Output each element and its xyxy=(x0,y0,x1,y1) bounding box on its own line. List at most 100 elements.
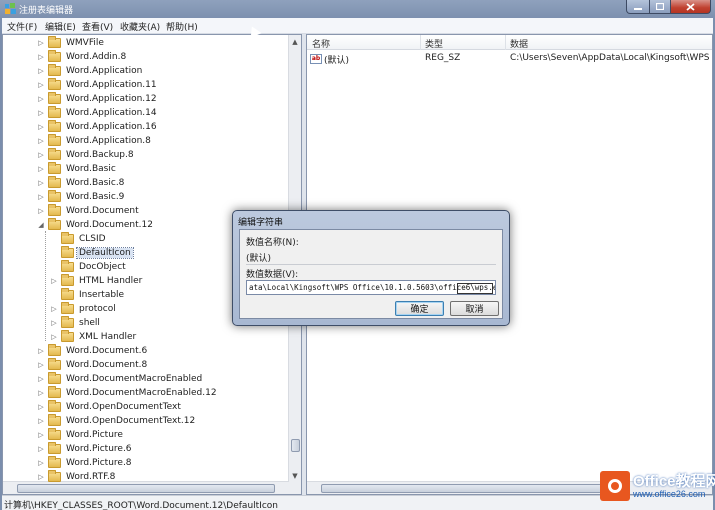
column-divider[interactable] xyxy=(505,35,506,50)
column-data-header[interactable]: 数据 xyxy=(510,37,528,50)
tree-item[interactable]: ▷ HTML Handler xyxy=(49,274,144,288)
tree-item[interactable]: ▷ Word.Application xyxy=(36,64,144,78)
office26-watermark: Office教程网 www.office26.com xyxy=(600,468,715,506)
folder-icon xyxy=(48,344,61,356)
column-divider[interactable] xyxy=(420,35,421,50)
minimize-icon xyxy=(634,7,642,10)
tree-item[interactable]: ▷ Word.OpenDocumentText xyxy=(36,400,183,414)
watermark-url: www.office26.com xyxy=(633,489,706,499)
tree-item[interactable]: ▷ Word.DocumentMacroEnabled xyxy=(36,372,204,386)
scroll-down-icon[interactable]: ▼ xyxy=(289,469,301,482)
tree-item[interactable]: DefaultIcon xyxy=(49,246,134,260)
expand-arrow-icon[interactable]: ▷ xyxy=(36,374,46,384)
minimize-button[interactable] xyxy=(626,0,650,14)
expand-arrow-icon[interactable]: ▷ xyxy=(49,276,59,286)
tree-item[interactable]: ◢ Word.Document.12 xyxy=(36,218,155,232)
ok-button[interactable]: 确定 xyxy=(395,301,444,316)
tree-item[interactable]: ▷ Word.Picture.8 xyxy=(36,456,134,470)
expand-arrow-icon[interactable]: ▷ xyxy=(36,430,46,440)
tree-item[interactable]: ▷ Word.Application.16 xyxy=(36,120,159,134)
cancel-button[interactable]: 取消 xyxy=(450,301,499,316)
expand-arrow-icon[interactable]: ▷ xyxy=(36,472,46,482)
tree-item[interactable]: ▷ Word.Document xyxy=(36,204,141,218)
tree-item[interactable]: ▷ Word.Application.12 xyxy=(36,92,159,106)
menu-file[interactable]: 文件(F) xyxy=(7,20,37,33)
tree-item[interactable]: ▷ Word.Application.8 xyxy=(36,134,153,148)
tree-item[interactable]: ▷ WMVFile xyxy=(36,36,106,50)
hscroll-thumb[interactable] xyxy=(17,484,275,493)
hscroll-thumb[interactable] xyxy=(321,484,607,493)
menu-edit[interactable]: 编辑(E) xyxy=(45,20,76,33)
expand-arrow-icon[interactable]: ▷ xyxy=(36,178,46,188)
expand-arrow-icon[interactable]: ▷ xyxy=(49,304,59,314)
tree-item-label: Word.OpenDocumentText xyxy=(66,402,181,412)
tree-item[interactable]: ▷ Word.Basic.8 xyxy=(36,176,126,190)
tree-item[interactable]: ▷ Word.Backup.8 xyxy=(36,148,136,162)
expand-arrow-icon[interactable]: ▷ xyxy=(49,318,59,328)
tree-item[interactable]: ▷ Word.Picture xyxy=(36,428,125,442)
menu-help[interactable]: 帮助(H) xyxy=(166,20,198,33)
value-data-input[interactable]: ata\Local\Kingsoft\WPS Office\10.1.0.560… xyxy=(246,280,496,295)
expand-arrow-icon[interactable]: ▷ xyxy=(36,150,46,160)
expand-arrow-icon[interactable]: ▷ xyxy=(36,458,46,468)
expand-arrow-icon[interactable]: ▷ xyxy=(36,416,46,426)
expand-arrow-icon[interactable]: ▷ xyxy=(36,94,46,104)
tree-item[interactable]: ▷ Word.RTF.8 xyxy=(36,470,117,484)
tree-item[interactable]: ▷ Word.Document.8 xyxy=(36,358,149,372)
expand-arrow-icon[interactable]: ▷ xyxy=(49,332,59,342)
expand-arrow-icon[interactable]: ▷ xyxy=(36,206,46,216)
title-bar[interactable]: 注册表编辑器 xyxy=(0,0,715,18)
folder-icon xyxy=(48,358,61,370)
tree-item[interactable]: Insertable xyxy=(49,288,126,302)
list-item[interactable]: ab (默认) REG_SZ C:\Users\Seven\AppData\Lo… xyxy=(307,52,712,66)
expand-arrow-icon[interactable]: ▷ xyxy=(36,164,46,174)
expand-arrow-icon[interactable]: ▷ xyxy=(36,122,46,132)
expand-arrow-icon xyxy=(49,248,59,258)
menu-favorites[interactable]: 收藏夹(A) xyxy=(120,20,160,33)
folder-icon xyxy=(48,428,61,440)
expand-arrow-icon[interactable]: ▷ xyxy=(36,38,46,48)
expand-arrow-icon[interactable]: ▷ xyxy=(36,80,46,90)
expand-arrow-icon[interactable]: ▷ xyxy=(36,388,46,398)
tree-item[interactable]: ▷ Word.Application.14 xyxy=(36,106,159,120)
tree-item[interactable]: ▷ Word.Picture.6 xyxy=(36,442,134,456)
tree-item[interactable]: ▷ Word.Addin.8 xyxy=(36,50,128,64)
collapse-arrow-icon[interactable]: ◢ xyxy=(36,220,46,230)
tree-item[interactable]: ▷ protocol xyxy=(49,302,118,316)
tree-item[interactable]: ▷ Word.Document.6 xyxy=(36,344,149,358)
tree-item-label: Word.DocumentMacroEnabled xyxy=(66,374,203,384)
tree-item[interactable]: ▷ Word.DocumentMacroEnabled.12 xyxy=(36,386,219,400)
watermark-title: Office教程网 xyxy=(633,473,715,490)
expand-arrow-icon[interactable]: ▷ xyxy=(36,52,46,62)
tree-item[interactable]: ▷ Word.Application.11 xyxy=(36,78,159,92)
maximize-button[interactable] xyxy=(649,0,671,14)
expand-arrow-icon[interactable]: ▷ xyxy=(36,346,46,356)
tree-item[interactable]: CLSID xyxy=(49,232,108,246)
expand-arrow-icon[interactable]: ▷ xyxy=(36,108,46,118)
expand-arrow-icon[interactable]: ▷ xyxy=(36,402,46,412)
tree-item[interactable]: ▷ Word.Basic.9 xyxy=(36,190,126,204)
tree-item[interactable]: DocObject xyxy=(49,260,128,274)
office-logo-icon xyxy=(600,471,630,501)
folder-icon xyxy=(61,302,74,314)
column-name-header[interactable]: 名称 xyxy=(312,37,330,50)
column-type-header[interactable]: 类型 xyxy=(425,37,443,50)
expand-arrow-icon[interactable]: ▷ xyxy=(36,66,46,76)
expand-arrow-icon[interactable]: ▷ xyxy=(36,136,46,146)
folder-icon xyxy=(48,470,61,482)
tree-item[interactable]: ▷ shell xyxy=(49,316,102,330)
folder-icon xyxy=(48,92,61,104)
expand-arrow-icon[interactable]: ▷ xyxy=(36,444,46,454)
scroll-thumb[interactable] xyxy=(291,439,300,452)
close-button[interactable] xyxy=(670,0,711,14)
tree-item[interactable]: ▷ XML Handler xyxy=(49,330,138,344)
string-value-icon: ab xyxy=(310,54,322,64)
tree-item-label: Word.Application.12 xyxy=(66,94,157,104)
menu-view[interactable]: 查看(V) xyxy=(82,20,113,33)
scroll-up-icon[interactable]: ▲ xyxy=(289,35,301,48)
tree-item[interactable]: ▷ Word.Basic xyxy=(36,162,118,176)
tree-item[interactable]: ▷ Word.OpenDocumentText.12 xyxy=(36,414,197,428)
folder-icon xyxy=(61,330,74,342)
expand-arrow-icon[interactable]: ▷ xyxy=(36,192,46,202)
expand-arrow-icon[interactable]: ▷ xyxy=(36,360,46,370)
